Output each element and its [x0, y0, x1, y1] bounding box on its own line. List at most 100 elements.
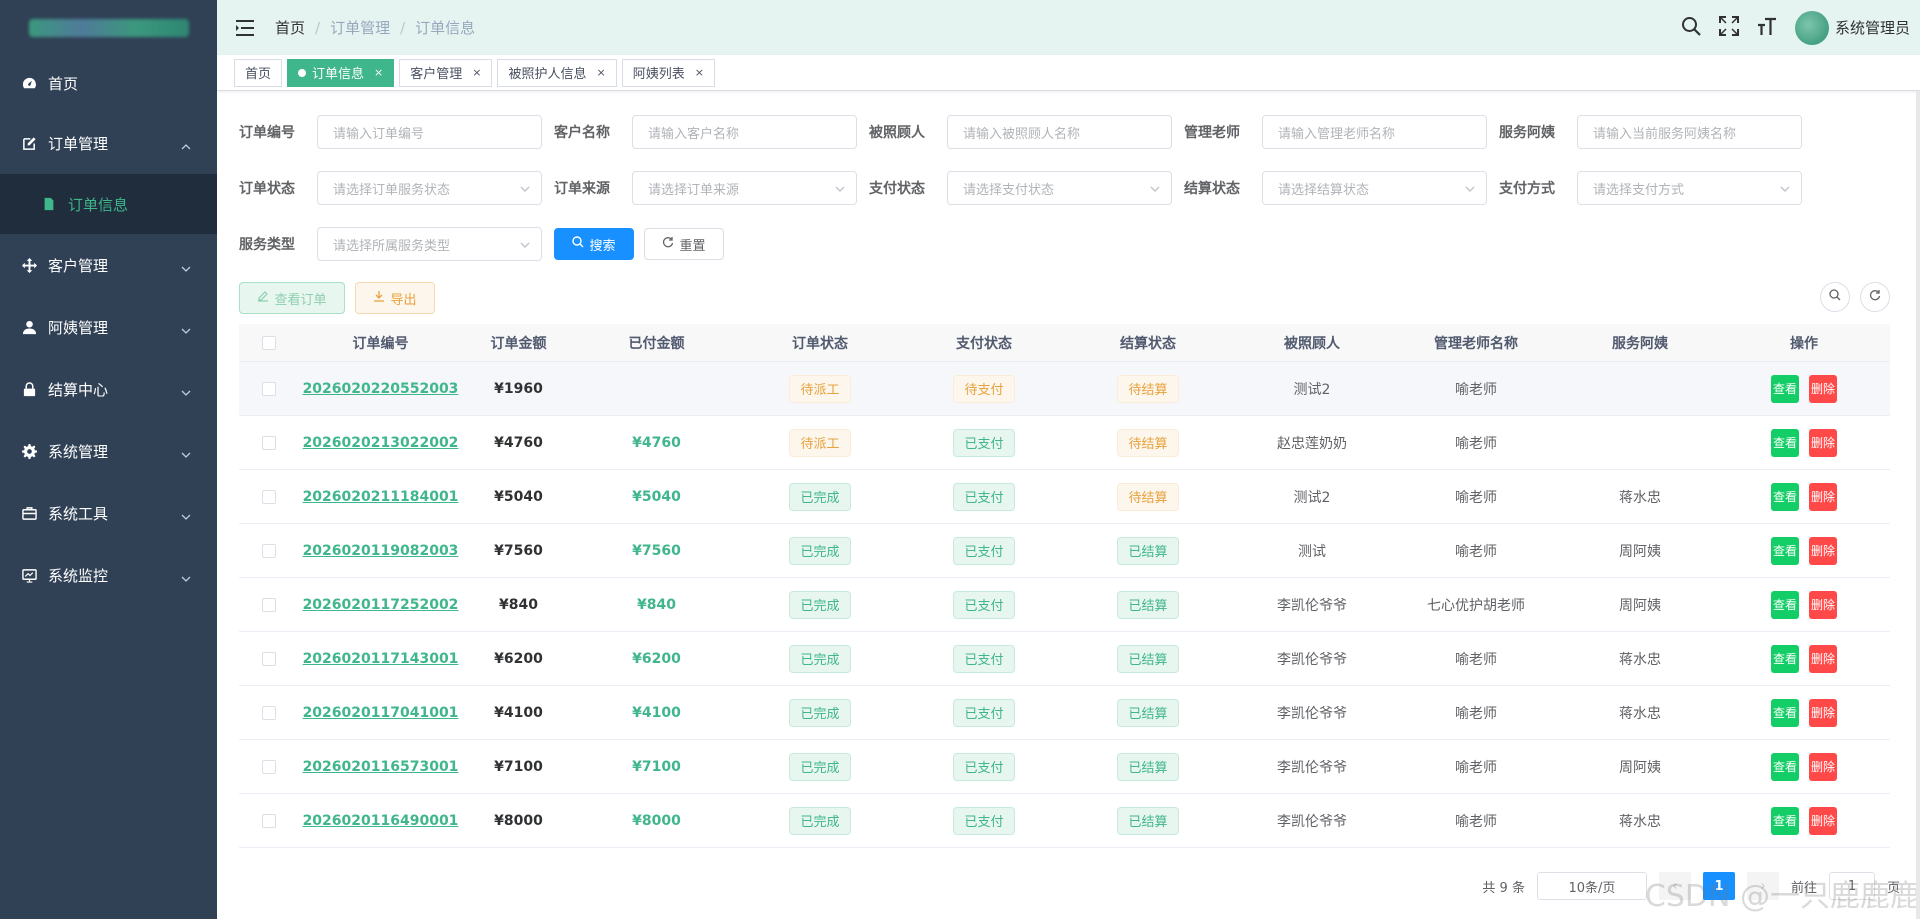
delete-button[interactable]: 删除: [1809, 590, 1837, 619]
scrollbar[interactable]: [1916, 91, 1920, 919]
view-button[interactable]: 查看: [1771, 752, 1799, 781]
delete-button[interactable]: 删除: [1809, 806, 1837, 835]
font-size-icon[interactable]: [1757, 16, 1777, 40]
tag-home[interactable]: 首页: [234, 58, 283, 87]
pay-status-select[interactable]: 请选择支付状态: [947, 171, 1172, 205]
page-size-select[interactable]: 10条/页: [1536, 872, 1647, 900]
row-checkbox[interactable]: [262, 435, 276, 450]
view-button[interactable]: 查看: [1771, 482, 1799, 511]
paid-cell: ¥6200: [575, 651, 738, 667]
table-row[interactable]: 2026020116573001 ¥7100 ¥7100 已完成 已支付 已结算 李凯伦爷爷…: [239, 740, 1890, 794]
sidebar-item-settlement-center[interactable]: 结算中心: [0, 358, 217, 420]
delete-button[interactable]: 删除: [1809, 752, 1837, 781]
hamburger-icon[interactable]: [235, 19, 255, 37]
delete-button[interactable]: 删除: [1809, 698, 1837, 727]
sidebar-item-system-management[interactable]: 系统管理: [0, 420, 217, 482]
amount-cell: ¥4760: [462, 435, 575, 451]
order-no-link[interactable]: 2026020220552003: [303, 381, 459, 397]
service-type-select[interactable]: 请选择所属服务类型: [317, 227, 542, 261]
column-header: 订单金额: [490, 335, 547, 352]
search-button[interactable]: 搜索: [554, 228, 634, 260]
order-no-link[interactable]: 2026020119082003: [303, 543, 459, 559]
row-checkbox[interactable]: [262, 813, 276, 828]
table-row[interactable]: 2026020117143001 ¥6200 ¥6200 已完成 已支付 已结算 李凯伦爷爷…: [239, 632, 1890, 686]
table-row[interactable]: 2026020211184001 ¥5040 ¥5040 已完成 已支付 待结算 测试2 喻老…: [239, 470, 1890, 524]
close-icon[interactable]: ×: [472, 66, 481, 79]
table-row[interactable]: 2026020117252002 ¥840 ¥840 已完成 已支付 已结算 李凯伦爷爷 七心…: [239, 578, 1890, 632]
care-recipient-input[interactable]: 请输入被照顾人名称: [947, 115, 1172, 149]
row-checkbox[interactable]: [262, 381, 276, 396]
row-checkbox[interactable]: [262, 597, 276, 612]
close-icon[interactable]: ×: [695, 66, 704, 79]
table-row[interactable]: 2026020119082003 ¥7560 ¥7560 已完成 已支付 已结算 测试 喻老师…: [239, 524, 1890, 578]
order-no-link[interactable]: 2026020117252002: [303, 597, 459, 613]
avatar[interactable]: [1794, 10, 1829, 45]
refresh-button[interactable]: [1860, 282, 1890, 312]
tag-ayi-list[interactable]: 阿姨列表 ×: [621, 58, 715, 87]
row-checkbox[interactable]: [262, 705, 276, 720]
view-button[interactable]: 查看: [1771, 428, 1799, 457]
view-button[interactable]: 查看: [1771, 806, 1799, 835]
delete-button[interactable]: 删除: [1809, 428, 1837, 457]
sidebar-item-system-monitor[interactable]: 系统监控: [0, 544, 217, 606]
view-button[interactable]: 查看: [1771, 590, 1799, 619]
export-button[interactable]: 导出: [355, 282, 435, 314]
sidebar-item-order-management[interactable]: 订单管理: [0, 112, 217, 174]
breadcrumb-home[interactable]: 首页: [275, 17, 305, 38]
delete-button[interactable]: 删除: [1809, 644, 1837, 673]
order-no-input[interactable]: 请输入订单编号: [317, 115, 542, 149]
order-status-select[interactable]: 请选择订单服务状态: [317, 171, 542, 205]
prev-page-button[interactable]: ‹: [1658, 872, 1691, 900]
page-number-current[interactable]: 1: [1702, 872, 1735, 900]
close-icon[interactable]: ×: [374, 66, 383, 79]
view-button[interactable]: 查看: [1771, 374, 1799, 403]
settle-status-select[interactable]: 请选择结算状态: [1262, 171, 1487, 205]
row-checkbox[interactable]: [262, 543, 276, 558]
user-dropdown[interactable]: 系统管理员: [1794, 10, 1910, 45]
service-ayi-input[interactable]: 请输入当前服务阿姨名称: [1577, 115, 1802, 149]
select-all-checkbox[interactable]: [262, 335, 276, 350]
delete-button[interactable]: 删除: [1809, 374, 1837, 403]
view-order-button[interactable]: 查看订单: [239, 282, 345, 314]
toggle-search-button[interactable]: [1820, 282, 1850, 312]
customer-name-input[interactable]: 请输入客户名称: [632, 115, 857, 149]
order-no-link[interactable]: 2026020117041001: [303, 705, 459, 721]
order-no-link[interactable]: 2026020213022002: [303, 435, 459, 451]
tag-care-recipient-info[interactable]: 被照护人信息 ×: [497, 58, 617, 87]
sidebar-item-ayi-management[interactable]: 阿姨管理: [0, 296, 217, 358]
order-no-link[interactable]: 2026020211184001: [303, 489, 459, 505]
order-no-link[interactable]: 2026020116573001: [303, 759, 459, 775]
search-icon[interactable]: [1681, 16, 1701, 40]
table-row[interactable]: 2026020116490001 ¥8000 ¥8000 已完成 已支付 已结算 李凯伦爷爷…: [239, 794, 1890, 848]
table-row[interactable]: 2026020117041001 ¥4100 ¥4100 已完成 已支付 已结算 李凯伦爷爷…: [239, 686, 1890, 740]
sidebar-item-home[interactable]: 首页: [0, 55, 217, 112]
pay-method-select[interactable]: 请选择支付方式: [1577, 171, 1802, 205]
row-checkbox[interactable]: [262, 651, 276, 666]
row-checkbox[interactable]: [262, 759, 276, 774]
logo[interactable]: [0, 0, 217, 55]
row-checkbox[interactable]: [262, 489, 276, 504]
sidebar-item-customer-management[interactable]: 客户管理: [0, 234, 217, 296]
order-no-link[interactable]: 2026020116490001: [303, 813, 459, 829]
delete-button[interactable]: 删除: [1809, 482, 1837, 511]
sidebar-item-order-info[interactable]: 订单信息: [0, 174, 217, 234]
manager-input[interactable]: 请输入管理老师名称: [1262, 115, 1487, 149]
order-source-select[interactable]: 请选择订单来源: [632, 171, 857, 205]
table-row[interactable]: 2026020213022002 ¥4760 ¥4760 待派工 已支付 待结算 赵忠莲奶奶…: [239, 416, 1890, 470]
goto-page-input[interactable]: 1: [1828, 872, 1875, 900]
sidebar-item-system-tools[interactable]: 系统工具: [0, 482, 217, 544]
reset-button[interactable]: 重置: [644, 228, 724, 260]
delete-button[interactable]: 删除: [1809, 536, 1837, 565]
fullscreen-icon[interactable]: [1718, 15, 1739, 40]
settle-status-badge: 已结算: [1117, 644, 1179, 673]
next-page-button[interactable]: ›: [1746, 872, 1779, 900]
close-icon[interactable]: ×: [597, 66, 606, 79]
tag-order-info[interactable]: 订单信息 ×: [287, 58, 395, 87]
view-button[interactable]: 查看: [1771, 698, 1799, 727]
view-button[interactable]: 查看: [1771, 536, 1799, 565]
order-no-link[interactable]: 2026020117143001: [303, 651, 459, 667]
view-button[interactable]: 查看: [1771, 644, 1799, 673]
row-select-cell: [239, 597, 299, 612]
table-row[interactable]: 2026020220552003 ¥1960 待派工 待支付 待结算 测试2 喻老师 查看 删除: [239, 362, 1890, 416]
tag-customer-management[interactable]: 客户管理 ×: [399, 58, 493, 87]
